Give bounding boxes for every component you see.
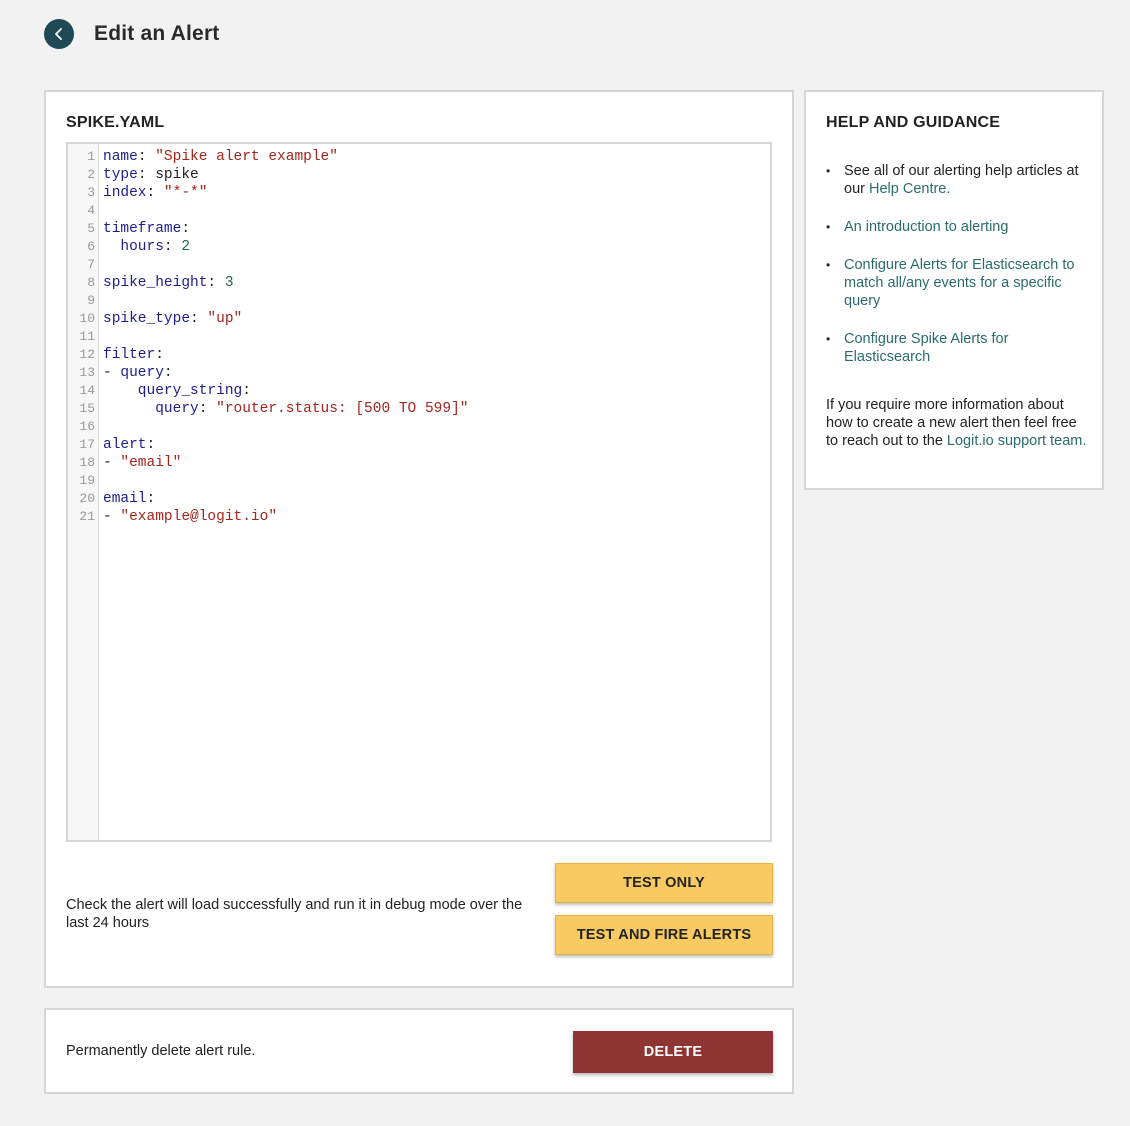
page-header: Edit an Alert xyxy=(44,19,220,49)
help-panel: HELP AND GUIDANCE See all of our alertin… xyxy=(804,90,1104,490)
code-text: spike_height: 3 xyxy=(103,275,234,291)
line-number: 19 xyxy=(79,473,95,488)
code-text: query: "router.status: [500 TO 599]" xyxy=(103,401,469,417)
code-text: timeframe: xyxy=(103,221,191,237)
yaml-code-editor[interactable]: 1 name: "Spike alert example" 2 type: spike… xyxy=(66,142,772,842)
page-title: Edit an Alert xyxy=(94,22,220,45)
chevron-left-icon xyxy=(55,28,62,40)
line-number: 14 xyxy=(79,383,95,398)
intro-to-alerting-link[interactable]: An introduction to alerting xyxy=(844,219,1008,235)
line-number: 1 xyxy=(87,149,95,164)
help-title: HELP AND GUIDANCE xyxy=(826,114,1001,131)
help-item-suffix: . xyxy=(946,181,951,197)
line-number: 17 xyxy=(79,437,95,452)
code-text: - "email" xyxy=(103,455,182,471)
line-number: 13 xyxy=(79,365,95,380)
line-number: 11 xyxy=(79,329,95,344)
configure-spike-alerts-link[interactable]: Configure Spike Alerts for Elasticsearch xyxy=(844,331,1008,365)
test-description: Check the alert will load successfully a… xyxy=(66,897,523,931)
line-number: 12 xyxy=(79,347,95,362)
code-text: email: xyxy=(103,491,156,507)
configure-es-alerts-link[interactable]: Configure Alerts for Elasticsearch to ma… xyxy=(844,257,1075,309)
help-centre-link[interactable]: Help Centre xyxy=(869,181,946,197)
support-team-link[interactable]: Logit.io support team xyxy=(947,433,1082,449)
line-number: 15 xyxy=(79,401,95,416)
line-number: 18 xyxy=(79,455,95,470)
help-item-es-alerts: Configure Alerts for Elasticsearch to ma… xyxy=(826,256,1088,310)
test-only-button[interactable]: TEST ONLY xyxy=(555,863,773,903)
line-number: 21 xyxy=(79,509,95,524)
back-button[interactable] xyxy=(44,19,74,49)
help-footer: If you require more information about ho… xyxy=(826,396,1088,450)
help-item-intro: An introduction to alerting xyxy=(826,218,1088,236)
line-number: 20 xyxy=(79,491,95,506)
code-text: query_string: xyxy=(103,383,251,399)
help-item-help-centre: See all of our alerting help articles at… xyxy=(826,162,1088,198)
help-item-spike-alerts: Configure Spike Alerts for Elasticsearch xyxy=(826,330,1088,366)
line-number: 4 xyxy=(87,203,95,218)
alert-editor-panel: SPIKE.YAML 1 name: "Spike alert example" 2… xyxy=(44,90,794,988)
line-number: 6 xyxy=(87,239,95,254)
line-number: 10 xyxy=(79,311,95,326)
editor-title: SPIKE.YAML xyxy=(66,114,165,131)
code-text: type: spike xyxy=(103,167,199,183)
help-footer-suffix: . xyxy=(1082,433,1087,449)
line-number: 16 xyxy=(79,419,95,434)
line-number: 8 xyxy=(87,275,95,290)
code-text: - query: xyxy=(103,365,173,381)
code-text: spike_type: "up" xyxy=(103,311,243,327)
test-and-fire-alerts-button[interactable]: TEST AND FIRE ALERTS xyxy=(555,915,773,955)
line-number: 2 xyxy=(87,167,95,182)
line-number: 9 xyxy=(87,293,95,308)
line-number: 7 xyxy=(87,257,95,272)
code-text: name: "Spike alert example" xyxy=(103,149,338,165)
delete-button[interactable]: DELETE xyxy=(573,1031,773,1073)
code-text: - "example@logit.io" xyxy=(103,509,278,525)
delete-panel: Permanently delete alert rule. DELETE xyxy=(44,1008,794,1094)
delete-description: Permanently delete alert rule. xyxy=(66,1043,256,1059)
code-text: alert: xyxy=(103,437,156,453)
line-number: 5 xyxy=(87,221,95,236)
code-text: index: "*-*" xyxy=(103,185,208,201)
help-links-list: See all of our alerting help articles at… xyxy=(826,162,1088,386)
code-text: hours: 2 xyxy=(103,239,191,255)
code-text: filter: xyxy=(103,347,164,363)
line-number: 3 xyxy=(87,185,95,200)
